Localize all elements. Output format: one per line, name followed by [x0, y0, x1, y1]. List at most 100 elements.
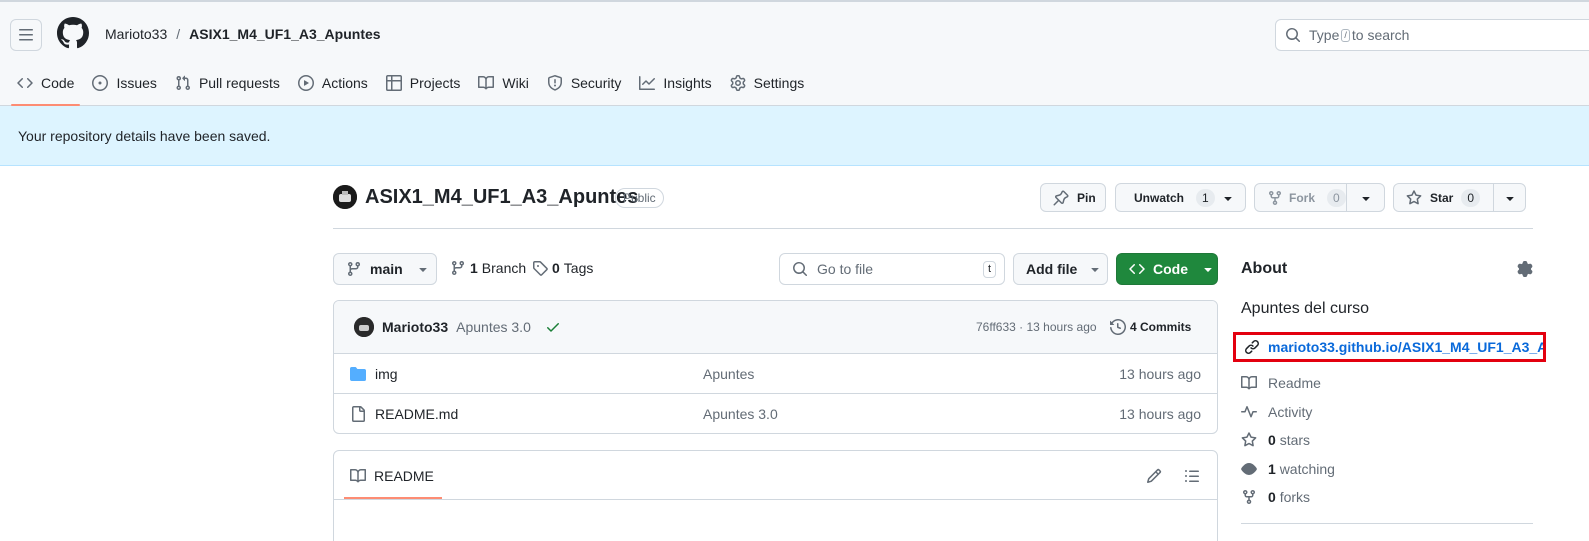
- tab-insights[interactable]: Insights: [630, 62, 720, 104]
- avatar[interactable]: [354, 317, 374, 337]
- table-row[interactable]: img Apuntes 13 hours ago: [334, 354, 1217, 394]
- github-logo-icon[interactable]: [57, 17, 89, 49]
- pencil-icon[interactable]: [1146, 468, 1162, 484]
- about-description: Apuntes del curso: [1241, 300, 1370, 317]
- commit-message[interactable]: Apuntes 3.0: [456, 319, 531, 335]
- tab-label: Issues: [116, 75, 157, 91]
- pull-request-icon: [176, 75, 190, 91]
- branches-count: 1: [470, 260, 478, 276]
- file-icon: [352, 406, 365, 422]
- tab-issues[interactable]: Issues: [83, 62, 165, 104]
- tags-link[interactable]: 0 Tags: [532, 260, 593, 276]
- title-divider: [333, 228, 1533, 229]
- shield-icon: [547, 75, 562, 91]
- activity-link[interactable]: Activity: [1241, 404, 1312, 420]
- file-commit-message[interactable]: Apuntes: [703, 366, 754, 382]
- stars-label: stars: [1279, 432, 1311, 448]
- repo-title[interactable]: ASIX1_M4_UF1_A3_Apuntes: [365, 186, 638, 209]
- add-file-button[interactable]: Add file: [1013, 253, 1108, 285]
- commits-link[interactable]: 4 Commits: [1110, 319, 1191, 335]
- global-header: Marioto33 / ASIX1_M4_UF1_A3_Apuntes Type…: [0, 2, 1589, 106]
- gear-icon[interactable]: [1517, 261, 1533, 277]
- table-row[interactable]: README.md Apuntes 3.0 13 hours ago: [334, 394, 1217, 433]
- readme-link[interactable]: Readme: [1241, 375, 1321, 391]
- star-counter: 0: [1461, 188, 1481, 207]
- issue-icon: [92, 75, 109, 91]
- forks-count: 0: [1268, 489, 1276, 505]
- fork-icon: [1243, 490, 1255, 505]
- file-commit-message[interactable]: Apuntes 3.0: [703, 406, 778, 422]
- commit-author[interactable]: Marioto33: [382, 319, 448, 335]
- file-name[interactable]: README.md: [375, 406, 458, 422]
- go-to-file-shortcut: t: [982, 261, 996, 278]
- star-icon: [1406, 189, 1422, 204]
- tab-pull-requests[interactable]: Pull requests: [166, 62, 289, 104]
- forks-link[interactable]: 0 forks: [1241, 489, 1310, 505]
- caret-down-icon: [1224, 196, 1232, 201]
- flash-text: Your repository details have been saved.: [18, 127, 271, 144]
- unwatch-button[interactable]: Unwatch 1: [1115, 183, 1246, 212]
- eye-icon: [1241, 463, 1257, 475]
- tab-label: Projects: [409, 75, 461, 91]
- search-input[interactable]: Type / to search: [1275, 19, 1589, 51]
- check-icon[interactable]: [545, 319, 561, 335]
- go-to-file-placeholder: Go to file: [817, 261, 874, 277]
- homepage-link-text: marioto33.github.io/ASIX1_M4_UF1_A3_A...: [1268, 339, 1546, 355]
- flash-message: Your repository details have been saved.: [0, 106, 1589, 166]
- tab-label: Actions: [321, 75, 368, 91]
- star-button[interactable]: Star 0: [1393, 183, 1526, 212]
- branches-link[interactable]: 1 Branch: [450, 260, 526, 276]
- tags-count: 0: [552, 260, 560, 276]
- tab-code[interactable]: Code: [8, 62, 83, 106]
- tab-settings[interactable]: Settings: [721, 62, 814, 104]
- tab-actions[interactable]: Actions: [289, 62, 377, 104]
- commit-sha-time[interactable]: 76ff633 · 13 hours ago: [976, 320, 1097, 334]
- pin-button[interactable]: Pin: [1040, 183, 1106, 212]
- readme-header: README: [334, 451, 1217, 500]
- commits-label: 4 Commits: [1130, 320, 1192, 334]
- star-label: Star: [1430, 190, 1454, 205]
- stars-link[interactable]: 0 stars: [1241, 432, 1310, 448]
- list-icon[interactable]: [1184, 468, 1200, 484]
- code-button-label: Code: [1153, 261, 1188, 277]
- pin-icon: [1053, 189, 1069, 205]
- code-button[interactable]: Code: [1116, 253, 1218, 285]
- search-icon: [1286, 28, 1301, 43]
- file-date: 13 hours ago: [1119, 406, 1201, 422]
- tab-label: Security: [570, 75, 622, 91]
- book-icon: [350, 468, 366, 483]
- folder-icon: [350, 367, 366, 381]
- breadcrumb-owner[interactable]: Marioto33: [105, 26, 167, 42]
- caret-down-icon: [1505, 196, 1514, 201]
- watching-link[interactable]: 1 watching: [1241, 461, 1335, 477]
- fork-icon: [1269, 190, 1281, 205]
- readme-tab-label: README: [374, 468, 434, 484]
- branch-select-button[interactable]: main: [333, 253, 437, 285]
- tag-icon: [533, 261, 548, 276]
- tab-projects[interactable]: Projects: [377, 62, 470, 104]
- stars-count: 0: [1268, 432, 1276, 448]
- breadcrumb-repo[interactable]: ASIX1_M4_UF1_A3_Apuntes: [189, 26, 380, 42]
- activity-label: Activity: [1268, 404, 1313, 420]
- fork-button[interactable]: Fork 0: [1254, 183, 1385, 212]
- menu-button[interactable]: [10, 19, 42, 51]
- tab-wiki[interactable]: Wiki: [469, 62, 537, 104]
- readme-tab[interactable]: README: [344, 468, 442, 499]
- branches-label: Branch: [481, 260, 527, 276]
- caret-down-icon: [419, 268, 427, 272]
- search-shortcut-key: /: [1341, 28, 1350, 42]
- tab-label: Code: [41, 75, 75, 91]
- watching-label: watching: [1279, 461, 1335, 477]
- breadcrumb-separator: /: [176, 26, 181, 42]
- book-icon: [478, 75, 495, 90]
- forks-label: forks: [1279, 489, 1311, 505]
- homepage-link[interactable]: marioto33.github.io/ASIX1_M4_UF1_A3_A...: [1233, 332, 1546, 362]
- repo-owner-avatar[interactable]: [333, 185, 357, 209]
- fork-label: Fork: [1289, 190, 1316, 205]
- tab-security[interactable]: Security: [538, 62, 631, 104]
- search-placeholder-suffix: to search: [1351, 27, 1410, 43]
- go-to-file-input[interactable]: Go to file t: [779, 253, 1005, 285]
- gear-icon: [730, 75, 746, 91]
- file-name[interactable]: img: [375, 366, 398, 382]
- readme-panel: README: [333, 450, 1218, 541]
